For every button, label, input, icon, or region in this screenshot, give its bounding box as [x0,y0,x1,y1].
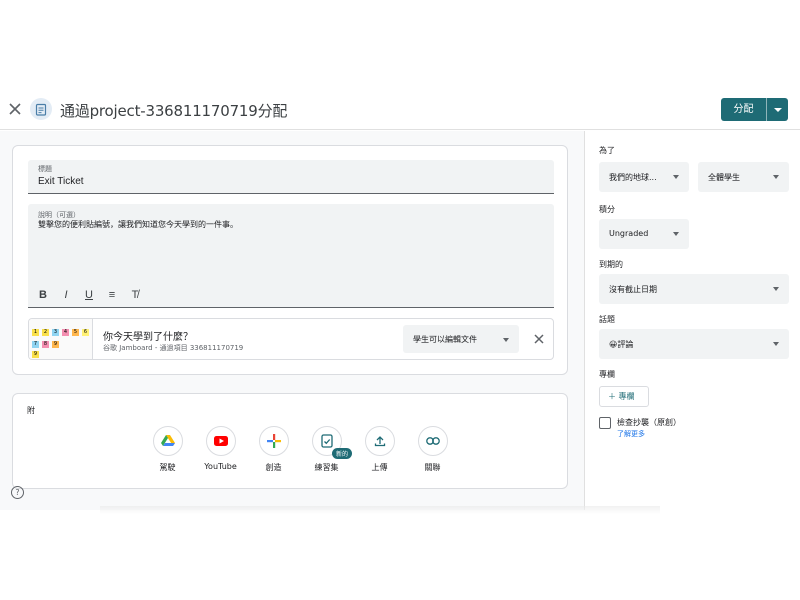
attachment-title[interactable]: 你今天學到了什麼？ [103,328,193,343]
link-tool[interactable]: 關聯 [406,426,459,473]
caret-down-icon [503,338,509,342]
title-field-label: 標題 [38,165,52,173]
practice-set-tool[interactable]: 新的 練習集 [300,426,353,473]
caret-down-icon [673,175,679,179]
points-label: 積分 [599,205,615,214]
caret-down-icon [773,287,779,291]
youtube-icon [205,426,236,456]
caret-down-icon [773,342,779,346]
learn-more-link[interactable]: 了解更多 [617,429,645,439]
create-tool-label: 創造 [265,463,282,472]
attachment-jamboard[interactable]: 1 2 3 4 5 6 7 8 9 9 你今天學到了什麼？ 谷歌 Jamboar… [28,318,554,360]
drive-tool[interactable]: 駕駛 [141,426,194,473]
attach-section-label: 附 [27,406,35,415]
students-select[interactable]: 全體學生 [698,162,789,192]
youtube-tool[interactable]: YouTube [194,426,247,473]
upload-tool-label: 上傳 [371,463,388,472]
rubric-label: 專欄 [599,370,615,379]
assign-dropdown-button[interactable] [767,98,788,121]
drive-tool-label: 駕駛 [159,463,176,472]
caret-down-icon [673,232,679,236]
assign-button[interactable]: 分配 [721,98,767,121]
help-icon[interactable]: ? [11,486,24,499]
attachment-thumbnail: 1 2 3 4 5 6 7 8 9 9 [29,319,93,359]
italic-button[interactable]: I [59,289,73,301]
description-field-value[interactable]: 雙擊您的便利貼編號，讓我們知道您今天學到的一件事。 [38,219,238,230]
class-select[interactable]: 我們的地球... [599,162,689,192]
description-field[interactable]: 說明（可選） 雙擊您的便利貼編號，讓我們知道您今天學到的一件事。 B I U ≡… [28,204,554,308]
originality-checkbox[interactable] [599,417,611,429]
due-date-select-value: 沒有截止日期 [609,285,657,294]
youtube-tool-label: YouTube [204,462,237,471]
add-rubric-button[interactable]: ＋ 專欄 [599,386,649,407]
points-select[interactable]: Ungraded [599,219,689,249]
caret-down-icon [773,175,779,179]
topic-label: 話題 [599,315,615,324]
bottom-shadow [100,506,660,514]
attachment-tools: 駕駛 YouTube 創造 新的 練習集 上傳 關聯 [141,426,459,473]
class-select-value: 我們的地球... [609,173,657,182]
due-date-select[interactable]: 沒有截止日期 [599,274,789,304]
originality-label: 檢查抄襲（原創） [617,418,681,427]
create-tool[interactable]: 創造 [247,426,300,473]
close-icon[interactable] [6,100,24,118]
header: 通過project-336811170719分配 分配 [0,90,800,130]
attachment-subtitle: 谷歌 Jamboard - 通過項目 336811170719 [103,344,244,352]
topic-select-value: 😀評論 [609,340,634,349]
title-field-value[interactable]: Exit Ticket [38,176,84,187]
assignment-icon [30,98,52,120]
format-toolbar: B I U ≡ T̸ [36,289,142,301]
main-content: 標題 Exit Ticket 說明（可選） 雙擊您的便利貼編號，讓我們知道您今天… [0,131,584,510]
link-tool-label: 關聯 [424,463,441,472]
permission-select[interactable]: 學生可以編輯文件 [403,325,519,353]
due-label: 到期的 [599,260,623,269]
assignment-editor: 通過project-336811170719分配 分配 標題 Exit Tick… [0,90,800,510]
assign-split-button: 分配 [721,98,788,121]
new-badge: 新的 [332,448,353,459]
details-card: 標題 Exit Ticket 說明（可選） 雙擊您的便利貼編號，讓我們知道您今天… [12,145,568,375]
underline-button[interactable]: U [82,289,96,301]
for-label: 為了 [599,146,615,155]
students-select-value: 全體學生 [708,173,740,182]
title-field[interactable]: 標題 Exit Ticket [28,160,554,194]
upload-icon [364,426,395,456]
remove-attachment-icon[interactable] [531,331,547,347]
link-icon [417,426,448,456]
clear-format-button[interactable]: T̸ [128,289,142,301]
practice-set-tool-label: 練習集 [314,463,339,472]
upload-tool[interactable]: 上傳 [353,426,406,473]
page-title: 通過project-336811170719分配 [60,102,288,120]
permission-select-value: 學生可以編輯文件 [413,335,477,344]
caret-down-icon [773,107,782,112]
bold-button[interactable]: B [36,289,50,301]
bulleted-list-button[interactable]: ≡ [105,289,119,301]
points-select-value: Ungraded [609,229,649,238]
create-plus-icon [258,426,289,456]
add-attachment-card: 附 駕駛 YouTube 創造 新的 練習集 上傳 關聯 [12,393,568,489]
google-drive-icon [152,426,183,456]
topic-select[interactable]: 😀評論 [599,329,789,359]
settings-sidebar: 為了 我們的地球... 全體學生 積分 Ungraded 到期的 沒有截止日期 … [584,131,800,510]
